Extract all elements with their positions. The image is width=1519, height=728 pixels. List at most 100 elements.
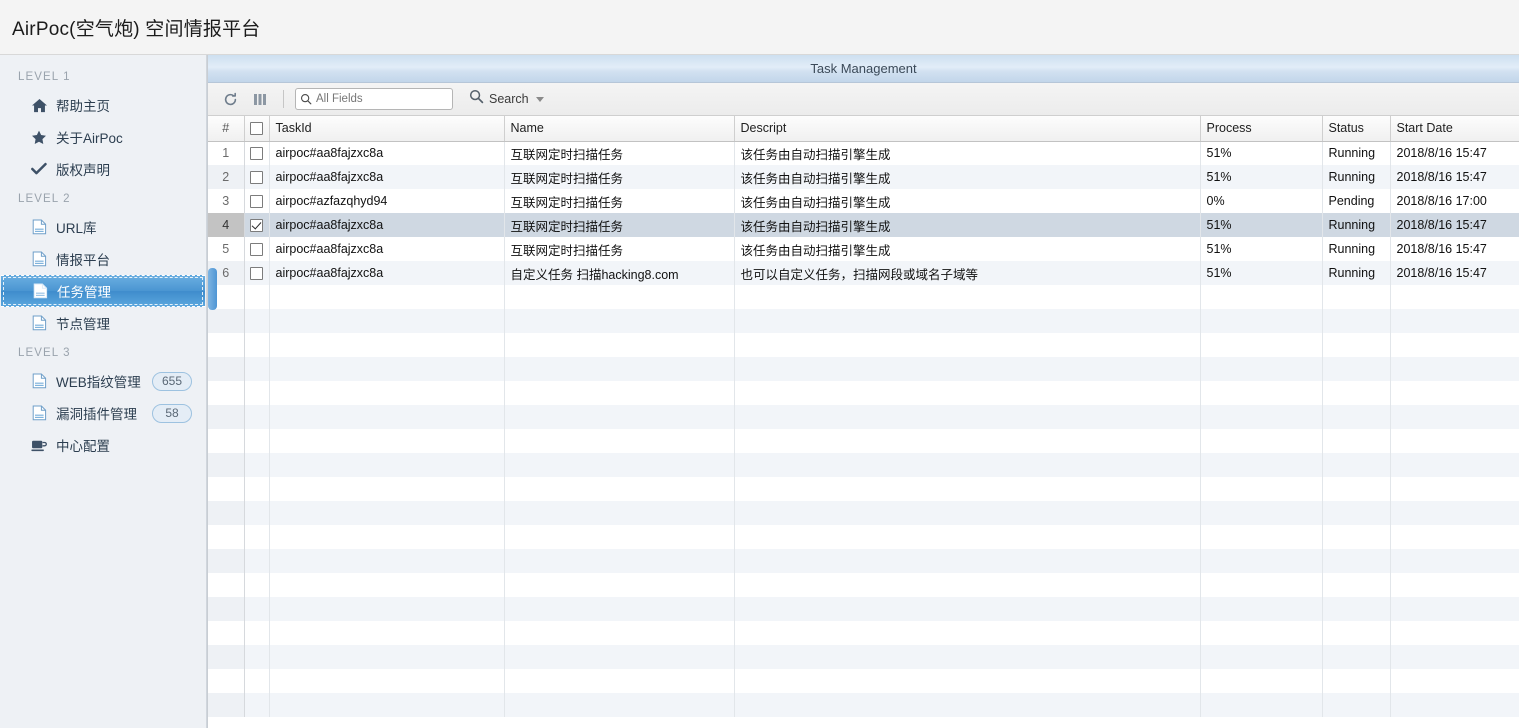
cell-empty bbox=[208, 477, 245, 501]
table-row[interactable]: 4 airpoc#aa8fajzxc8a 互联网定时扫描任务 该任务由自动扫描引擎生成… bbox=[208, 213, 1519, 237]
cell-empty bbox=[504, 309, 735, 333]
cell-empty bbox=[504, 381, 735, 405]
column-header-start[interactable]: Start Date bbox=[1390, 116, 1519, 142]
row-checkbox-cell[interactable] bbox=[244, 261, 270, 285]
cell-empty bbox=[1200, 597, 1323, 621]
table-row[interactable]: 3 airpoc#azfazqhyd94 互联网定时扫描任务 该任务由自动扫描引擎生成… bbox=[208, 189, 1519, 213]
column-header-index[interactable]: # bbox=[208, 116, 245, 142]
column-header-process[interactable]: Process bbox=[1200, 116, 1323, 142]
sidebar-item-3-g3[interactable]: 中心配置 bbox=[0, 429, 206, 461]
cell-start: 2018/8/16 15:47 bbox=[1390, 237, 1519, 261]
select-all-checkbox[interactable] bbox=[250, 122, 263, 136]
sidebar-item-1-g2[interactable]: URL库 bbox=[0, 211, 206, 243]
table-row-empty bbox=[208, 669, 1519, 693]
row-checkbox[interactable] bbox=[250, 171, 263, 185]
search-input[interactable] bbox=[316, 93, 441, 105]
cell-empty bbox=[244, 405, 270, 429]
columns-icon[interactable] bbox=[248, 87, 272, 111]
cell-empty bbox=[1390, 597, 1519, 621]
search-button[interactable]: Search bbox=[469, 87, 544, 111]
table-row[interactable]: 2 airpoc#aa8fajzxc8a 互联网定时扫描任务 该任务由自动扫描引擎生成… bbox=[208, 165, 1519, 189]
table-row-empty bbox=[208, 525, 1519, 549]
sidebar-item-1-g3[interactable]: WEB指纹管理 655 bbox=[0, 365, 206, 397]
sidebar-item-label: 版权声明 bbox=[56, 163, 110, 178]
cell-empty bbox=[1390, 309, 1519, 333]
column-header-taskid[interactable]: TaskId bbox=[269, 116, 505, 142]
chevron-down-icon[interactable] bbox=[535, 96, 544, 102]
cell-taskid: airpoc#aa8fajzxc8a bbox=[269, 261, 505, 285]
cell-descript: 也可以自定义任务，扫描网段或域名子域等 bbox=[734, 261, 1201, 285]
cell-empty bbox=[269, 381, 505, 405]
cell-descript: 该任务由自动扫描引擎生成 bbox=[734, 237, 1201, 261]
cell-empty bbox=[734, 573, 1201, 597]
row-checkbox[interactable] bbox=[250, 147, 263, 161]
column-header-name[interactable]: Name bbox=[504, 116, 735, 142]
table-row[interactable]: 6 airpoc#aa8fajzxc8a 自定义任务 扫描hacking8.com 也… bbox=[208, 261, 1519, 285]
cell-empty bbox=[269, 405, 505, 429]
row-checkbox-cell[interactable] bbox=[244, 165, 270, 189]
cell-empty bbox=[208, 573, 245, 597]
sidebar-item-label: WEB指纹管理 bbox=[56, 375, 141, 390]
document-icon bbox=[30, 218, 48, 236]
cell-empty bbox=[1322, 669, 1391, 693]
sidebar-item-label: 帮助主页 bbox=[56, 99, 110, 114]
cell-status: Running bbox=[1322, 141, 1391, 165]
cell-empty bbox=[244, 573, 270, 597]
cell-empty bbox=[1322, 309, 1391, 333]
cell-empty bbox=[1322, 405, 1391, 429]
app-body: LEVEL 1 帮助主页 关于AirPoc 版权声明 LEVEL 2 URL库 情报平台 任务… bbox=[0, 55, 1519, 728]
column-header-descript[interactable]: Descript bbox=[734, 116, 1201, 142]
row-checkbox[interactable] bbox=[250, 267, 263, 281]
cell-empty bbox=[269, 525, 505, 549]
cell-empty bbox=[244, 333, 270, 357]
cell-empty bbox=[1322, 693, 1391, 717]
cell-empty bbox=[244, 645, 270, 669]
cell-empty bbox=[504, 525, 735, 549]
sidebar-item-3-g2[interactable]: 任务管理 bbox=[1, 275, 205, 307]
cell-empty bbox=[504, 429, 735, 453]
sidebar-item-label: 漏洞插件管理 bbox=[56, 407, 137, 422]
row-checkbox-cell[interactable] bbox=[244, 189, 270, 213]
cell-empty bbox=[504, 549, 735, 573]
vertical-scrollbar-thumb[interactable] bbox=[208, 268, 217, 310]
row-checkbox[interactable] bbox=[250, 219, 263, 233]
toolbar-separator bbox=[283, 90, 284, 108]
cell-empty bbox=[269, 501, 505, 525]
row-checkbox-cell[interactable] bbox=[244, 213, 270, 237]
cell-descript: 该任务由自动扫描引擎生成 bbox=[734, 213, 1201, 237]
cell-empty bbox=[208, 333, 245, 357]
sidebar-item-2-g1[interactable]: 关于AirPoc bbox=[0, 121, 206, 153]
cell-empty bbox=[1322, 597, 1391, 621]
document-icon bbox=[30, 372, 48, 390]
cell-empty bbox=[269, 645, 505, 669]
cell-empty bbox=[1322, 645, 1391, 669]
search-icon bbox=[469, 89, 484, 109]
row-checkbox-cell[interactable] bbox=[244, 141, 270, 165]
cell-empty bbox=[1200, 453, 1323, 477]
document-icon bbox=[30, 404, 48, 422]
table-row-empty bbox=[208, 645, 1519, 669]
sidebar-item-1-g1[interactable]: 帮助主页 bbox=[0, 89, 206, 121]
row-checkbox-cell[interactable] bbox=[244, 237, 270, 261]
sidebar-item-4-g2[interactable]: 节点管理 bbox=[0, 307, 206, 339]
panel-title: Task Management bbox=[810, 61, 917, 76]
sidebar-item-2-g3[interactable]: 漏洞插件管理 58 bbox=[0, 397, 206, 429]
select-all-checkbox-header[interactable] bbox=[244, 116, 270, 142]
cell-process: 0% bbox=[1200, 189, 1323, 213]
cell-empty bbox=[244, 525, 270, 549]
table-row[interactable]: 1 airpoc#aa8fajzxc8a 互联网定时扫描任务 该任务由自动扫描引擎生成… bbox=[208, 141, 1519, 165]
search-field[interactable] bbox=[295, 88, 453, 110]
cell-empty bbox=[244, 477, 270, 501]
sidebar-item-2-g2[interactable]: 情报平台 bbox=[0, 243, 206, 275]
row-checkbox[interactable] bbox=[250, 195, 263, 209]
cell-empty bbox=[1200, 501, 1323, 525]
cell-process: 51% bbox=[1200, 237, 1323, 261]
cell-empty bbox=[504, 621, 735, 645]
table-row[interactable]: 5 airpoc#aa8fajzxc8a 互联网定时扫描任务 该任务由自动扫描引擎生成… bbox=[208, 237, 1519, 261]
sidebar-item-3-g1[interactable]: 版权声明 bbox=[0, 153, 206, 185]
row-checkbox[interactable] bbox=[250, 243, 263, 257]
cell-start: 2018/8/16 15:47 bbox=[1390, 213, 1519, 237]
refresh-icon[interactable] bbox=[218, 87, 242, 111]
table-row-empty bbox=[208, 477, 1519, 501]
column-header-status[interactable]: Status bbox=[1322, 116, 1391, 142]
